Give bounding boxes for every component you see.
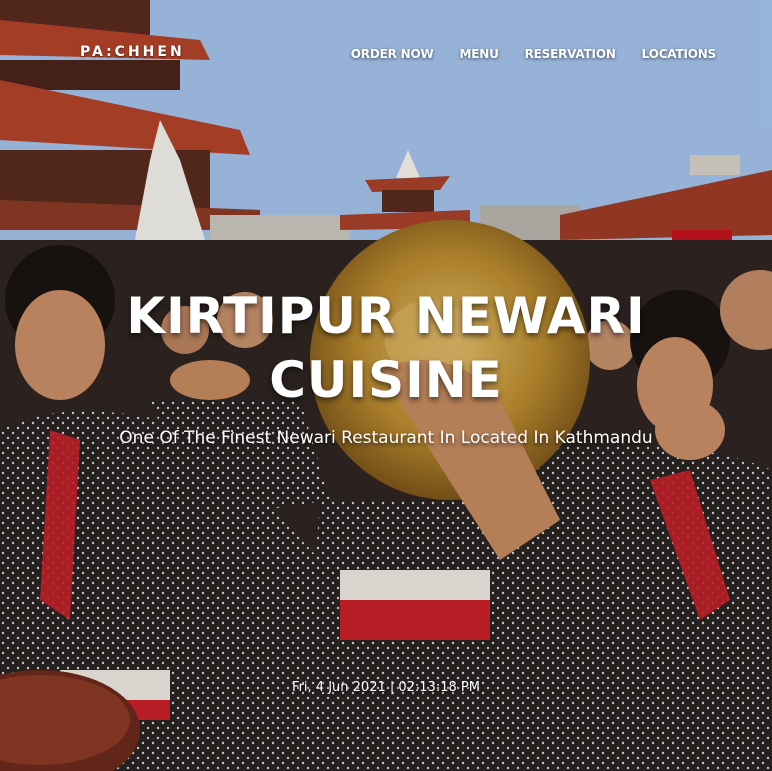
nav-reservation[interactable]: RESERVATION bbox=[525, 47, 616, 61]
nav-locations[interactable]: LOCATIONS bbox=[642, 47, 717, 61]
nav-menu[interactable]: MENU bbox=[459, 47, 498, 61]
main-nav: ORDER NOW MENU RESERVATION LOCATIONS bbox=[351, 47, 716, 61]
hero-title: KIRTIPUR NEWARI CUISINE bbox=[126, 286, 646, 409]
hero-subtitle: One Of The Finest Newari Restaurant In L… bbox=[119, 428, 653, 448]
brand-logo[interactable]: PA:CHHEN bbox=[80, 44, 185, 60]
current-datetime: Fri, 4 Jun 2021 | 02:13:18 PM bbox=[292, 680, 480, 695]
nav-order-now[interactable]: ORDER NOW bbox=[351, 47, 434, 61]
